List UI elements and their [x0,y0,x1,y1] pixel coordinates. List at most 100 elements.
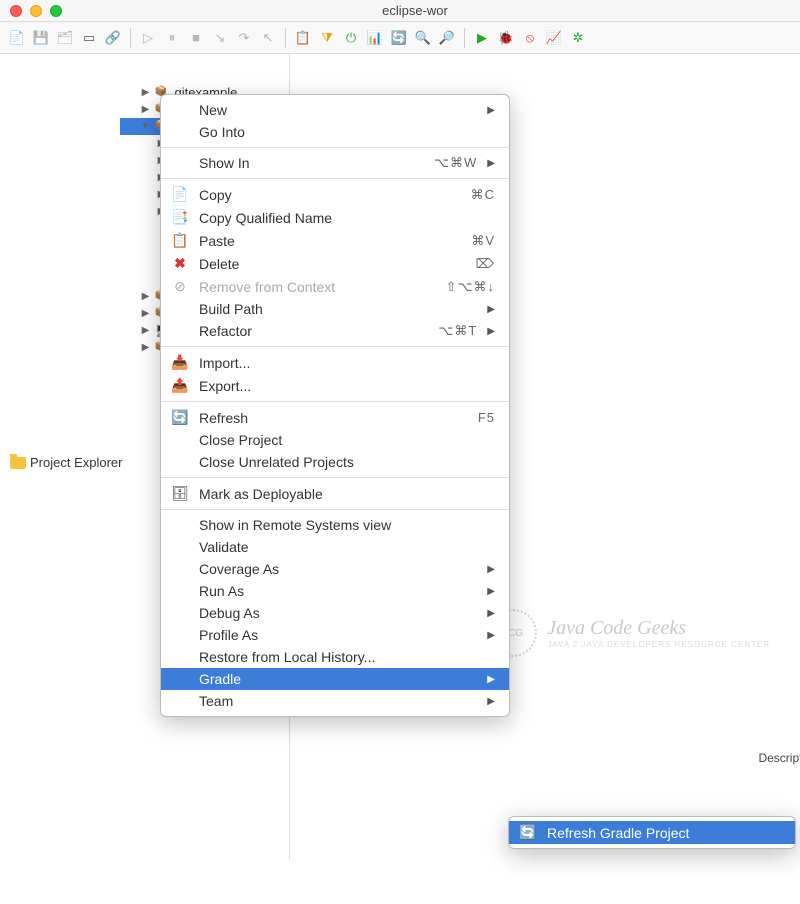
menu-item-debug-as[interactable]: Debug As ▶ [161,602,509,624]
expand-arrow-icon[interactable]: ▶ [140,325,150,336]
submenu-arrow-icon: ▶ [487,630,495,641]
run-button[interactable]: ▶ [471,27,493,49]
link-editor-button[interactable]: 🔗 [102,27,124,49]
menu-item-close-project[interactable]: Close Project [161,429,509,451]
gradle-refresh-icon: 🔄 [519,824,537,841]
submenu-item-refresh-gradle-project[interactable]: 🔄 Refresh Gradle Project [509,821,795,844]
menu-separator [161,477,509,478]
menu-item-profile-as[interactable]: Profile As ▶ [161,624,509,646]
suspend-button[interactable]: ⏸ [161,27,183,49]
search-button[interactable]: 🔎 [436,27,458,49]
menu-item-label: Validate [199,539,495,555]
paste-icon: 📋 [171,232,189,249]
menu-separator [161,509,509,510]
context-menu[interactable]: New▶Go IntoShow In⌥⌘W▶📄Copy⌘C📑Copy Quali… [160,94,510,717]
delete-icon: ✖ [171,255,189,272]
toggle-breadcrumb-button[interactable]: ▭ [78,27,100,49]
menu-shortcut: ⌥⌘T [438,323,477,339]
menu-item-validate[interactable]: Validate [161,536,509,558]
menu-separator [161,178,509,179]
launch-button[interactable]: ✲ [567,27,589,49]
submenu-item-label: Refresh Gradle Project [547,825,781,841]
menu-item-label: Refresh [199,410,468,426]
profile-button[interactable]: 📈 [543,27,565,49]
menu-item-label: Copy [199,187,461,203]
menu-item-label: Export... [199,378,495,394]
menu-item-show-in-remote-systems-view[interactable]: Show in Remote Systems view [161,514,509,536]
menu-item-go-into[interactable]: Go Into [161,121,509,143]
menu-item-refresh[interactable]: 🔄 Refresh F5 [161,406,509,429]
menu-item-label: Go Into [199,124,495,140]
menu-item-export[interactable]: 📤 Export... [161,374,509,397]
open-type-button[interactable]: 🔍 [412,27,434,49]
watermark-title: Java Code Geeks [547,617,770,640]
menu-item-delete[interactable]: ✖Delete⌦ [161,252,509,275]
menu-item-restore-from-local-history[interactable]: Restore from Local History... [161,646,509,668]
menu-item-label: Mark as Deployable [199,486,495,502]
boot-dashboard-button[interactable]: ⏻ [340,27,362,49]
expand-arrow-icon[interactable]: ▶ [140,342,150,353]
menu-item-label: Close Unrelated Projects [199,454,495,470]
expand-arrow-icon[interactable]: ▶ [140,104,150,115]
menu-item-close-unrelated-projects[interactable]: Close Unrelated Projects [161,451,509,473]
menu-item-label: Coverage As [199,561,477,577]
relaunch-button[interactable]: 🔄 [388,27,410,49]
menu-item-paste[interactable]: 📋Paste⌘V [161,229,509,252]
step-over-button[interactable]: ↷ [233,27,255,49]
menu-item-gradle[interactable]: Gradle▶ [161,668,509,690]
menu-item-label: Restore from Local History... [199,649,495,665]
menu-shortcut: ⌘V [471,233,495,249]
save-all-button[interactable]: 🗂 [54,27,76,49]
main-toolbar: 📄 💾 🗂 ▭ 🔗 ▷ ⏸ ■ ↘ ↷ ↖ 📋 ⧩ ⏻ 📊 🔄 🔍 🔎 ▶ 🐞 … [0,22,800,54]
expand-arrow-icon[interactable]: ▶ [140,87,150,98]
menu-item-mark-as-deployable[interactable]: 🗄Mark as Deployable [161,482,509,505]
menu-item-import[interactable]: 📥Import... [161,351,509,374]
new-wizard-button[interactable]: 📄 [6,27,28,49]
expand-arrow-icon[interactable]: ▶ [140,308,150,319]
menu-item-label: Debug As [199,605,477,621]
step-into-button[interactable]: ↘ [209,27,231,49]
menu-item-copy[interactable]: 📄Copy⌘C [161,183,509,206]
coverage-button[interactable]: 📊 [364,27,386,49]
menu-item-copy-qualified-name[interactable]: 📑Copy Qualified Name [161,206,509,229]
export-icon: 📤 [171,377,189,394]
save-button[interactable]: 💾 [30,27,52,49]
menu-shortcut: F5 [478,410,495,425]
menu-item-label: Remove from Context [199,279,436,295]
menu-item-label: Show in Remote Systems view [199,517,495,533]
menu-item-label: Gradle [199,671,477,687]
copy-icon: 📄 [171,186,189,203]
menu-item-build-path[interactable]: Build Path▶ [161,298,509,320]
menu-item-label: Refactor [199,323,428,339]
filter-button[interactable]: ⧩ [316,27,338,49]
gradle-submenu[interactable]: 🔄 Refresh Gradle Project [508,816,796,849]
resume-button[interactable]: ▷ [137,27,159,49]
menu-shortcut: ⇧⌥⌘↓ [446,279,495,295]
project-explorer-title: Project Explorer [30,455,122,470]
stop-server-button[interactable]: ⦸ [519,27,541,49]
menu-item-label: Import... [199,355,495,371]
submenu-arrow-icon: ▶ [487,608,495,619]
refresh-icon: 🔄 [171,409,189,426]
menu-item-run-as[interactable]: Run As▶ [161,580,509,602]
expand-arrow-icon[interactable]: ▶ [140,291,150,302]
menu-item-label: Profile As [199,627,477,643]
menu-item-team[interactable]: Team ▶ [161,690,509,712]
window-close-button[interactable] [10,5,22,17]
window-titlebar: eclipse-wor [0,0,800,22]
menu-item-refactor[interactable]: Refactor⌥⌘T▶ [161,320,509,342]
description-column-header: Description [758,751,800,765]
menu-item-coverage-as[interactable]: Coverage As ▶ [161,558,509,580]
submenu-arrow-icon: ▶ [487,696,495,707]
menu-item-show-in[interactable]: Show In⌥⌘W▶ [161,152,509,174]
debug-button[interactable]: 🐞 [495,27,517,49]
menu-item-new[interactable]: New▶ [161,99,509,121]
menu-shortcut: ⌦ [476,256,495,272]
copyq-icon: 📑 [171,209,189,226]
expand-arrow-icon[interactable]: ▼ [140,121,150,132]
menu-item-label: Team [199,693,477,709]
tasks-button[interactable]: 📋 [292,27,314,49]
terminate-button[interactable]: ■ [185,27,207,49]
step-return-button[interactable]: ↖ [257,27,279,49]
submenu-arrow-icon: ▶ [487,564,495,575]
